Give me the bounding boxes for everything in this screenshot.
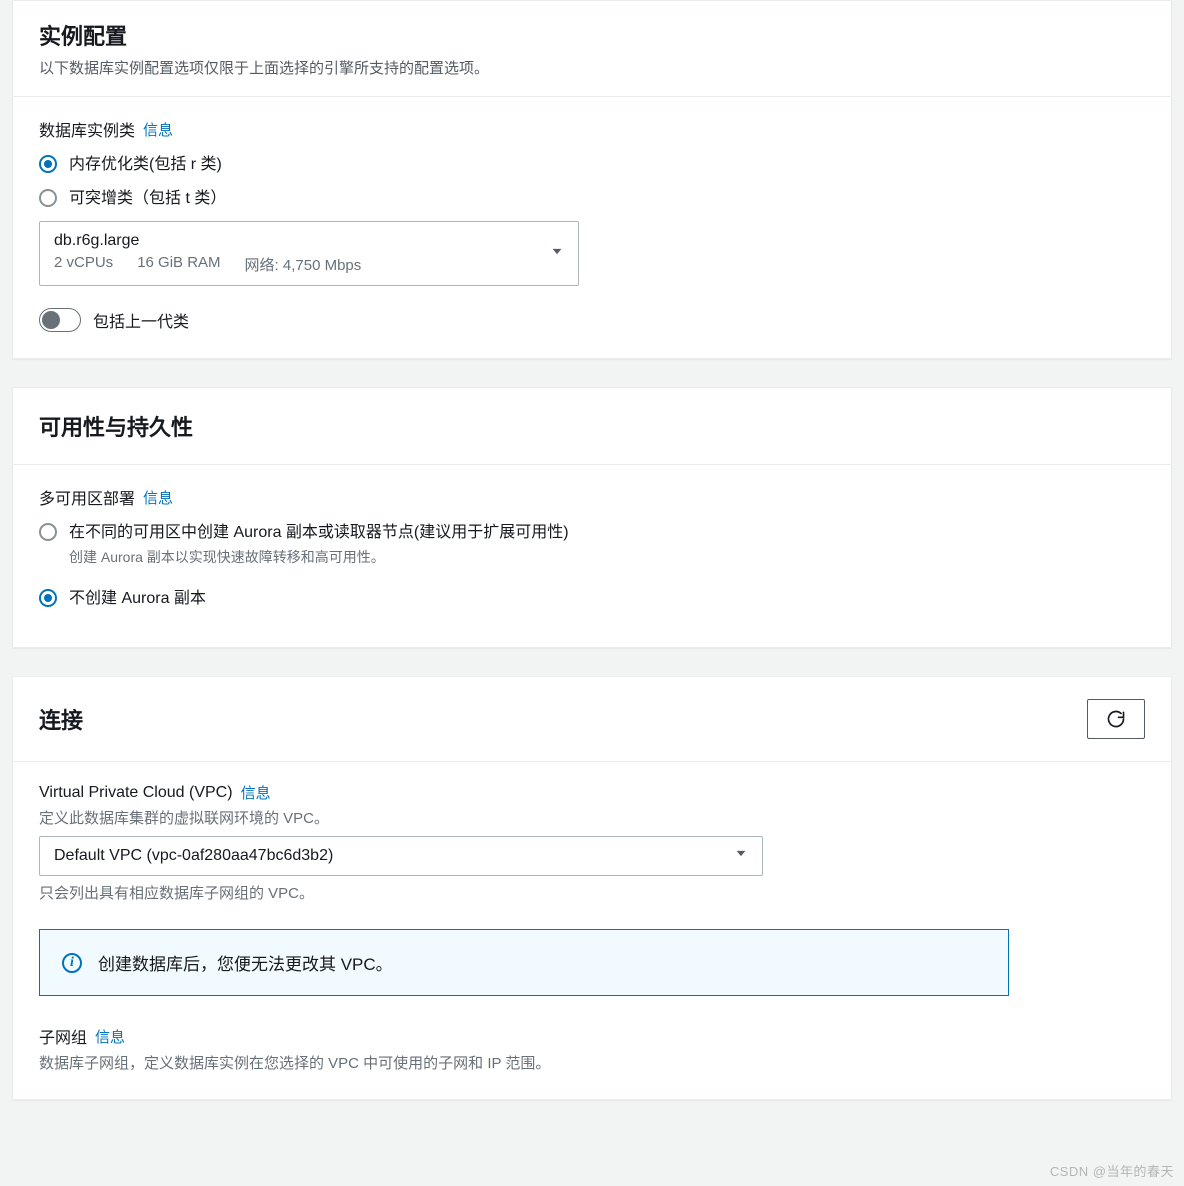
multi-az-text: 多可用区部署 bbox=[39, 485, 135, 509]
connection-header: 连接 bbox=[13, 677, 1171, 762]
multi-az-label: 多可用区部署 信息 bbox=[39, 485, 1145, 509]
vpc-notice: i 创建数据库后，您便无法更改其 VPC。 bbox=[39, 929, 1009, 996]
instance-type-select[interactable]: db.r6g.large 2 vCPUs 16 GiB RAM 网络: 4,75… bbox=[39, 221, 579, 286]
availability-panel: 可用性与持久性 多可用区部署 信息 在不同的可用区中创建 Aurora 副本或读… bbox=[12, 387, 1172, 648]
radio-create-replica-desc: 创建 Aurora 副本以实现快速故障转移和高可用性。 bbox=[69, 547, 1145, 567]
radio-no-replica-label: 不创建 Aurora 副本 bbox=[69, 587, 206, 611]
radio-icon bbox=[39, 155, 57, 173]
radio-create-replica[interactable]: 在不同的可用区中创建 Aurora 副本或读取器节点(建议用于扩展可用性) bbox=[39, 521, 1145, 545]
subnet-info-link[interactable]: 信息 bbox=[95, 1026, 125, 1047]
subnet-block: 子网组 信息 数据库子网组，定义数据库实例在您选择的 VPC 中可使用的子网和 … bbox=[39, 1024, 1145, 1073]
subnet-label: 子网组 信息 bbox=[39, 1024, 1145, 1048]
subnet-label-text: 子网组 bbox=[39, 1024, 87, 1048]
info-icon: i bbox=[62, 953, 82, 973]
connection-panel: 连接 Virtual Private Cloud (VPC) 信息 定义此数据库… bbox=[12, 676, 1172, 1100]
instance-config-body: 数据库实例类 信息 内存优化类(包括 r 类) 可突增类（包括 t 类） db.… bbox=[13, 97, 1171, 358]
vpc-desc: 定义此数据库集群的虚拟联网环境的 VPC。 bbox=[39, 807, 1145, 828]
caret-down-icon bbox=[550, 244, 564, 263]
connection-title: 连接 bbox=[39, 703, 83, 735]
db-instance-class-label: 数据库实例类 信息 bbox=[39, 117, 1145, 141]
vpc-select[interactable]: Default VPC (vpc-0af280aa47bc6d3b2) bbox=[39, 836, 763, 876]
toggle-knob-icon bbox=[42, 311, 60, 329]
instance-config-panel: 实例配置 以下数据库实例配置选项仅限于上面选择的引擎所支持的配置选项。 数据库实… bbox=[12, 0, 1172, 359]
availability-title: 可用性与持久性 bbox=[39, 410, 1145, 442]
radio-icon bbox=[39, 589, 57, 607]
availability-header: 可用性与持久性 bbox=[13, 388, 1171, 465]
db-instance-class-info-link[interactable]: 信息 bbox=[143, 119, 173, 140]
instance-type-name: db.r6g.large bbox=[54, 232, 538, 250]
vpc-notice-text: 创建数据库后，您便无法更改其 VPC。 bbox=[98, 950, 393, 975]
instance-config-header: 实例配置 以下数据库实例配置选项仅限于上面选择的引擎所支持的配置选项。 bbox=[13, 1, 1171, 97]
caret-down-icon bbox=[734, 847, 748, 866]
vpc-label: Virtual Private Cloud (VPC) 信息 bbox=[39, 782, 1145, 803]
vpc-select-value: Default VPC (vpc-0af280aa47bc6d3b2) bbox=[54, 847, 333, 864]
watermark: CSDN @当年的春天 bbox=[1050, 1161, 1174, 1180]
radio-burstable-label: 可突增类（包括 t 类） bbox=[69, 187, 226, 211]
availability-body: 多可用区部署 信息 在不同的可用区中创建 Aurora 副本或读取器节点(建议用… bbox=[13, 465, 1171, 647]
radio-icon bbox=[39, 189, 57, 207]
vpc-hint: 只会列出具有相应数据库子网组的 VPC。 bbox=[39, 882, 1145, 903]
instance-config-title: 实例配置 bbox=[39, 19, 1145, 51]
radio-create-replica-label: 在不同的可用区中创建 Aurora 副本或读取器节点(建议用于扩展可用性) bbox=[69, 521, 569, 545]
instance-network: 网络: 4,750 Mbps bbox=[245, 254, 362, 275]
radio-memory-label: 内存优化类(包括 r 类) bbox=[69, 153, 222, 177]
instance-ram: 16 GiB RAM bbox=[137, 254, 220, 275]
radio-no-replica[interactable]: 不创建 Aurora 副本 bbox=[39, 587, 1145, 611]
vpc-label-text: Virtual Private Cloud (VPC) bbox=[39, 784, 233, 802]
subnet-desc: 数据库子网组，定义数据库实例在您选择的 VPC 中可使用的子网和 IP 范围。 bbox=[39, 1052, 1145, 1073]
refresh-button[interactable] bbox=[1087, 699, 1145, 739]
instance-vcpu: 2 vCPUs bbox=[54, 254, 113, 275]
vpc-info-link[interactable]: 信息 bbox=[241, 782, 271, 803]
include-previous-gen-toggle[interactable] bbox=[39, 308, 81, 332]
db-instance-class-text: 数据库实例类 bbox=[39, 117, 135, 141]
radio-icon bbox=[39, 523, 57, 541]
connection-body: Virtual Private Cloud (VPC) 信息 定义此数据库集群的… bbox=[13, 762, 1171, 1099]
multi-az-info-link[interactable]: 信息 bbox=[143, 487, 173, 508]
include-previous-gen-label: 包括上一代类 bbox=[93, 308, 189, 332]
instance-config-subtitle: 以下数据库实例配置选项仅限于上面选择的引擎所支持的配置选项。 bbox=[39, 57, 1145, 78]
radio-memory-optimized[interactable]: 内存优化类(包括 r 类) bbox=[39, 153, 1145, 177]
refresh-icon bbox=[1106, 709, 1126, 729]
instance-type-specs: 2 vCPUs 16 GiB RAM 网络: 4,750 Mbps bbox=[54, 254, 538, 275]
radio-burstable[interactable]: 可突增类（包括 t 类） bbox=[39, 187, 1145, 211]
include-previous-gen-toggle-row: 包括上一代类 bbox=[39, 308, 1145, 332]
